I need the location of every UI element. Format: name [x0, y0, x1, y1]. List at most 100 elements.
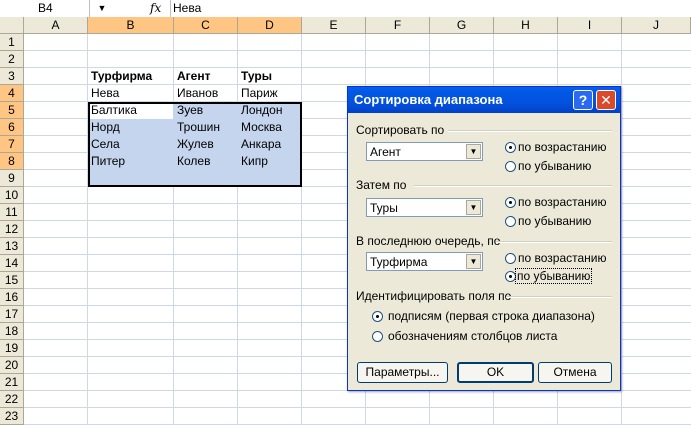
- cell-b4[interactable]: Нева: [88, 85, 119, 102]
- then-by-desc-label[interactable]: по убыванию: [518, 214, 591, 228]
- cell-c4[interactable]: Иванов: [174, 85, 218, 102]
- cell-b6[interactable]: Норд: [88, 119, 120, 136]
- column-header-e[interactable]: E: [302, 17, 366, 34]
- identify-header-radio[interactable]: [372, 311, 383, 322]
- column-header-j[interactable]: J: [622, 17, 691, 34]
- row-header-5[interactable]: 5: [0, 102, 24, 119]
- last-by-asc-radio[interactable]: [505, 253, 516, 264]
- last-by-asc-label[interactable]: по возрастанию: [518, 251, 607, 265]
- row-header-8[interactable]: 8: [0, 153, 24, 170]
- cell-b7[interactable]: Села: [88, 136, 120, 153]
- cell-b5[interactable]: Балтика: [88, 102, 137, 119]
- then-by-label: Затем по: [356, 178, 407, 192]
- then-by-value: Туры: [370, 201, 398, 215]
- row-header-18[interactable]: 18: [0, 323, 24, 340]
- row-header-2[interactable]: 2: [0, 51, 24, 68]
- row-header-6[interactable]: 6: [0, 119, 24, 136]
- cell-d8[interactable]: Кипр: [238, 153, 268, 170]
- row-header-17[interactable]: 17: [0, 306, 24, 323]
- group-divider: [414, 185, 612, 187]
- row-header-12[interactable]: 12: [0, 221, 24, 238]
- sort-by-desc-radio[interactable]: [505, 161, 516, 172]
- column-header-c[interactable]: C: [174, 17, 238, 34]
- then-by-select[interactable]: Туры ▼: [366, 198, 483, 217]
- row-header-7[interactable]: 7: [0, 136, 24, 153]
- sort-by-select[interactable]: Агент ▼: [366, 142, 483, 161]
- row-header-11[interactable]: 11: [0, 204, 24, 221]
- cell-c3[interactable]: Агент: [174, 68, 238, 85]
- name-box-dropdown-icon[interactable]: ▼: [92, 0, 112, 17]
- cell-b3[interactable]: Турфирма: [88, 68, 174, 85]
- close-icon[interactable]: ✕: [596, 90, 616, 110]
- identify-columns-radio[interactable]: [372, 331, 383, 342]
- row-header-21[interactable]: 21: [0, 374, 24, 391]
- row-header-23[interactable]: 23: [0, 408, 24, 425]
- last-by-label: В последнюю очередь, по: [356, 234, 501, 248]
- sort-by-asc-label[interactable]: по возрастанию: [518, 140, 607, 154]
- dialog-titlebar[interactable]: Сортировка диапазона ? ✕: [348, 87, 620, 113]
- column-header-i[interactable]: I: [558, 17, 622, 34]
- cell-c6[interactable]: Трошин: [174, 119, 220, 136]
- row-header-14[interactable]: 14: [0, 255, 24, 272]
- cell-d4[interactable]: Париж: [238, 85, 278, 102]
- sort-by-desc-label[interactable]: по убыванию: [518, 159, 591, 173]
- then-by-desc-radio[interactable]: [505, 216, 516, 227]
- column-gridline: [621, 34, 622, 425]
- dialog-title: Сортировка диапазона: [354, 92, 503, 107]
- column-header-h[interactable]: H: [494, 17, 558, 34]
- cell-b8[interactable]: Питер: [88, 153, 125, 170]
- column-header-b[interactable]: B: [88, 17, 174, 34]
- cell-c8[interactable]: Колев: [174, 153, 210, 170]
- then-by-asc-radio[interactable]: [505, 197, 516, 208]
- formula-input[interactable]: Нева: [170, 0, 691, 17]
- row-gridline: [24, 50, 691, 51]
- row-gridline: [24, 407, 691, 408]
- last-by-select[interactable]: Турфирма ▼: [366, 252, 483, 271]
- sort-by-asc-radio[interactable]: [505, 142, 516, 153]
- last-by-desc-label[interactable]: по убыванию: [514, 268, 593, 284]
- chevron-down-icon[interactable]: ▼: [466, 254, 481, 269]
- column-header-d[interactable]: D: [238, 17, 302, 34]
- identify-columns-label[interactable]: обозначениям столбцов листа: [388, 329, 557, 343]
- row-header-1[interactable]: 1: [0, 34, 24, 51]
- parameters-button[interactable]: Параметры...: [357, 362, 448, 383]
- cell-d7[interactable]: Анкара: [238, 136, 281, 153]
- column-header-f[interactable]: F: [366, 17, 430, 34]
- group-divider: [506, 296, 612, 298]
- formula-bar: B4 ▼ fx Нева: [0, 0, 691, 18]
- sort-by-label: Сортировать по: [356, 123, 445, 137]
- cell-d3[interactable]: Туры: [238, 68, 302, 85]
- ok-button[interactable]: OK: [457, 362, 534, 383]
- row-header-19[interactable]: 19: [0, 340, 24, 357]
- row-header-22[interactable]: 22: [0, 391, 24, 408]
- row-header-4[interactable]: 4: [0, 85, 24, 102]
- group-divider: [448, 130, 612, 132]
- row-header-16[interactable]: 16: [0, 289, 24, 306]
- help-icon[interactable]: ?: [573, 90, 593, 110]
- row-header-9[interactable]: 9: [0, 170, 24, 187]
- row-header-10[interactable]: 10: [0, 187, 24, 204]
- row-header-13[interactable]: 13: [0, 238, 24, 255]
- identify-header-label[interactable]: подписям (первая строка диапазона): [388, 309, 595, 323]
- row-header-3[interactable]: 3: [0, 68, 24, 85]
- name-box-value: B4: [38, 1, 53, 15]
- column-header-a[interactable]: A: [24, 17, 88, 34]
- cancel-button[interactable]: Отмена: [538, 362, 612, 383]
- chevron-down-icon[interactable]: ▼: [466, 200, 481, 215]
- cell-c7[interactable]: Жулев: [174, 136, 214, 153]
- function-icon[interactable]: fx: [150, 0, 166, 17]
- cell-d5[interactable]: Лондон: [238, 102, 282, 119]
- chevron-down-icon[interactable]: ▼: [466, 144, 481, 159]
- column-gridline: [301, 34, 302, 425]
- name-box[interactable]: B4: [0, 0, 90, 17]
- cell-c5[interactable]: Зуев: [174, 102, 203, 119]
- identify-label: Идентифицировать поля по: [356, 289, 512, 303]
- cell-d6[interactable]: Москва: [238, 119, 282, 136]
- row-header-20[interactable]: 20: [0, 357, 24, 374]
- last-by-desc-radio[interactable]: [505, 271, 516, 282]
- then-by-asc-label[interactable]: по возрастанию: [518, 195, 607, 209]
- row-header-15[interactable]: 15: [0, 272, 24, 289]
- column-header-g[interactable]: G: [430, 17, 494, 34]
- select-all-corner[interactable]: [0, 17, 24, 34]
- group-divider: [496, 241, 612, 243]
